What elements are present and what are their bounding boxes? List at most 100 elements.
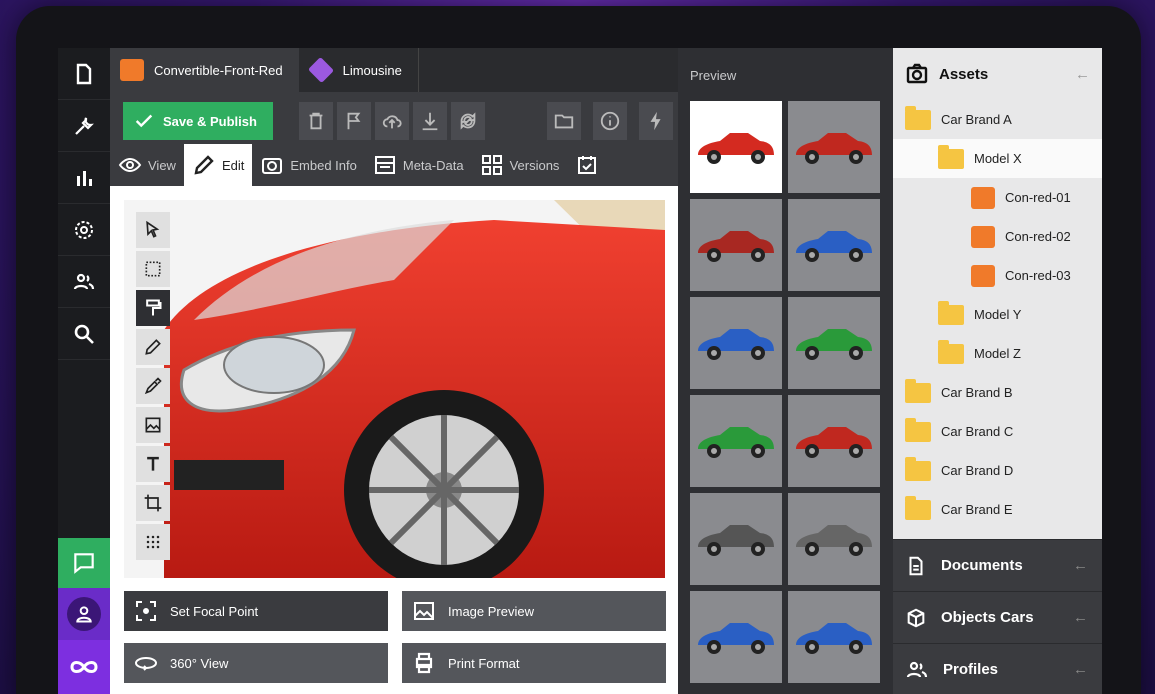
folder-icon xyxy=(554,114,574,129)
car-thumbnail-image xyxy=(796,623,872,654)
tab-label: Convertible-Front-Red xyxy=(154,62,283,78)
tree-item[interactable]: Model Z xyxy=(893,334,1102,373)
pattern-tool[interactable] xyxy=(136,524,170,560)
preview-thumbnail[interactable] xyxy=(788,591,880,683)
tree-item[interactable]: Car Brand C xyxy=(893,412,1102,451)
user-profile-button[interactable] xyxy=(58,588,110,640)
download-icon xyxy=(422,112,438,131)
image-icon xyxy=(414,602,434,620)
car-thumbnail-image xyxy=(796,525,872,556)
download-button[interactable] xyxy=(413,102,447,140)
subtab-label: View xyxy=(148,157,176,173)
section-profiles[interactable]: Profiles ← xyxy=(893,643,1102,694)
preview-thumbnail[interactable] xyxy=(788,199,880,291)
preview-title: Preview xyxy=(690,68,737,83)
select-tool[interactable] xyxy=(136,212,170,248)
action-button[interactable] xyxy=(639,102,673,140)
preview-thumbnail[interactable] xyxy=(788,297,880,389)
car-thumbnail-image xyxy=(698,133,774,164)
tab-convertible-front-red[interactable]: Convertible-Front-Red xyxy=(110,48,299,92)
tree-item[interactable]: Car Brand B xyxy=(893,373,1102,412)
edit-subtabs: View Edit Embed Info Meta-Data Versions xyxy=(110,144,678,186)
eyedropper-tool[interactable] xyxy=(136,368,170,404)
preview-thumbnail[interactable] xyxy=(690,199,782,291)
subtab-tasks[interactable] xyxy=(567,144,607,186)
eyedropper-icon xyxy=(144,377,162,395)
flag-button[interactable] xyxy=(337,102,371,140)
image-preview-button[interactable]: Image Preview xyxy=(402,591,666,631)
tree-item[interactable]: Model Y xyxy=(893,295,1102,334)
folder-icon xyxy=(905,495,931,520)
paint-tool[interactable] xyxy=(136,290,170,326)
refresh-button[interactable] xyxy=(451,102,485,140)
tree-item-label: Model Z xyxy=(974,346,1021,361)
rail-stats-button[interactable] xyxy=(58,152,110,204)
preview-thumbnail[interactable] xyxy=(788,395,880,487)
infinity-icon xyxy=(70,661,98,673)
tree-item[interactable]: Car Brand D xyxy=(893,451,1102,490)
subtab-view[interactable]: View xyxy=(110,144,184,186)
document-icon xyxy=(909,556,923,575)
upload-button[interactable] xyxy=(375,102,409,140)
image-canvas[interactable] xyxy=(124,200,665,578)
flag-icon xyxy=(347,112,361,130)
preview-thumbnail[interactable] xyxy=(788,101,880,193)
assets-header[interactable]: Assets ← xyxy=(893,48,1102,100)
tool-palette xyxy=(136,212,170,563)
bolt-icon xyxy=(650,111,661,131)
tree-item[interactable]: Model X xyxy=(893,139,1102,178)
rail-file-button[interactable] xyxy=(58,48,110,100)
crop-tool[interactable] xyxy=(136,485,170,521)
marquee-tool[interactable] xyxy=(136,251,170,287)
button-label: Print Format xyxy=(448,655,520,671)
section-label: Documents xyxy=(941,557,1023,574)
image-icon xyxy=(971,225,995,248)
tree-item[interactable]: Con-red-03 xyxy=(893,256,1102,295)
preview-thumbnail[interactable] xyxy=(690,297,782,389)
text-tool[interactable] xyxy=(136,446,170,482)
rail-search-button[interactable] xyxy=(58,308,110,360)
pencil-tool[interactable] xyxy=(136,329,170,365)
subtab-versions[interactable]: Versions xyxy=(472,144,568,186)
tree-item-label: Con-red-03 xyxy=(1005,268,1071,283)
preview-thumbnail[interactable] xyxy=(690,101,782,193)
print-format-button[interactable]: Print Format xyxy=(402,643,666,683)
info-button[interactable] xyxy=(593,102,627,140)
image-tool[interactable] xyxy=(136,407,170,443)
rail-users-button[interactable] xyxy=(58,256,110,308)
folder-icon xyxy=(938,144,964,169)
preview-thumbnail[interactable] xyxy=(690,395,782,487)
subtab-meta-data[interactable]: Meta-Data xyxy=(365,144,472,186)
tree-item[interactable]: Car Brand E xyxy=(893,490,1102,529)
infinity-button[interactable] xyxy=(58,640,110,694)
folder-button[interactable] xyxy=(547,102,581,140)
rail-tools-button[interactable] xyxy=(58,100,110,152)
set-focal-point-button[interactable]: Set Focal Point xyxy=(124,591,388,631)
tree-item[interactable]: Car Brand A xyxy=(893,100,1102,139)
view-360-button[interactable]: 360° View xyxy=(124,643,388,683)
save-publish-button[interactable]: Save & Publish xyxy=(123,102,273,140)
chat-button[interactable] xyxy=(58,538,110,588)
gear-icon xyxy=(75,220,93,239)
preview-thumbnail[interactable] xyxy=(788,493,880,585)
subtab-label: Meta-Data xyxy=(402,157,464,173)
save-label: Save & Publish xyxy=(163,113,257,129)
car-thumbnail-image xyxy=(796,329,872,360)
rail-settings-button[interactable] xyxy=(58,204,110,256)
tree-item[interactable]: Con-red-01 xyxy=(893,178,1102,217)
delete-button[interactable] xyxy=(299,102,333,140)
trash-icon xyxy=(309,112,323,130)
tree-item[interactable]: Con-red-02 xyxy=(893,217,1102,256)
info-icon xyxy=(600,111,620,131)
section-documents[interactable]: Documents ← xyxy=(893,539,1102,591)
left-rail xyxy=(58,48,110,694)
collapse-arrow-icon[interactable]: ← xyxy=(1075,66,1090,83)
pencil-icon xyxy=(145,339,161,355)
tab-limousine[interactable]: Limousine xyxy=(299,48,419,92)
subtab-edit[interactable]: Edit xyxy=(183,144,253,186)
preview-thumbnail[interactable] xyxy=(690,493,782,585)
toolbar: Save & Publish xyxy=(110,92,678,144)
subtab-embed-info[interactable]: Embed Info xyxy=(252,144,365,186)
section-objects-cars[interactable]: Objects Cars ← xyxy=(893,591,1102,643)
preview-thumbnail[interactable] xyxy=(690,591,782,683)
